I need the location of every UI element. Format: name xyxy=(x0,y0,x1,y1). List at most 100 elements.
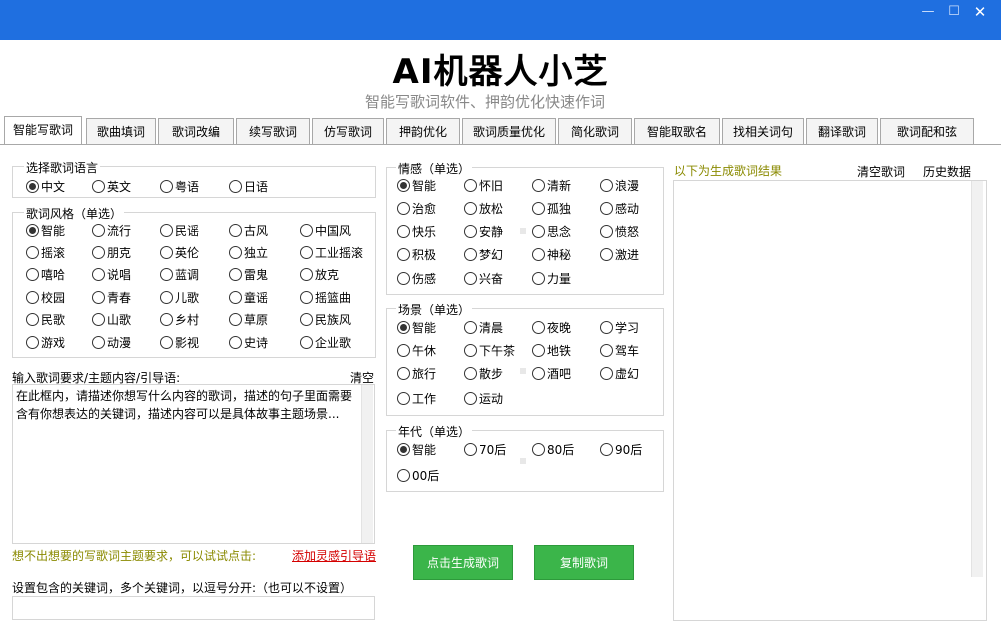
style-option[interactable]: 童谣 xyxy=(229,289,268,306)
radio-icon[interactable] xyxy=(300,291,313,304)
tab-4[interactable]: 仿写歌词 xyxy=(312,118,384,145)
tab-2[interactable]: 歌词改编 xyxy=(158,118,234,145)
radio-icon[interactable] xyxy=(92,246,105,259)
radio-icon[interactable] xyxy=(397,367,410,380)
radio-icon[interactable] xyxy=(600,248,613,261)
radio-icon[interactable] xyxy=(532,225,545,238)
radio-icon[interactable] xyxy=(397,392,410,405)
style-option[interactable]: 摇滚 xyxy=(26,244,65,261)
radio-icon[interactable] xyxy=(464,392,477,405)
scene-option[interactable]: 酒吧 xyxy=(532,365,571,382)
emotion-option[interactable]: 浪漫 xyxy=(600,177,639,194)
scene-option[interactable]: 虚幻 xyxy=(600,365,639,382)
radio-icon[interactable] xyxy=(600,443,613,456)
radio-icon[interactable] xyxy=(397,272,410,285)
scene-option[interactable]: 夜晚 xyxy=(532,319,571,336)
scene-option[interactable]: 午休 xyxy=(397,342,436,359)
style-option[interactable]: 嘻哈 xyxy=(26,266,65,283)
radio-icon[interactable] xyxy=(26,180,39,193)
radio-icon[interactable] xyxy=(92,336,105,349)
radio-icon[interactable] xyxy=(229,268,242,281)
result-textarea[interactable] xyxy=(673,180,987,621)
scene-option[interactable]: 地铁 xyxy=(532,342,571,359)
style-option[interactable]: 校园 xyxy=(26,289,65,306)
radio-icon[interactable] xyxy=(464,367,477,380)
radio-icon[interactable] xyxy=(92,180,105,193)
radio-icon[interactable] xyxy=(600,202,613,215)
style-option[interactable]: 山歌 xyxy=(92,311,131,328)
radio-icon[interactable] xyxy=(600,321,613,334)
generate-lyrics-button[interactable]: 点击生成歌词 xyxy=(413,545,513,580)
radio-icon[interactable] xyxy=(229,180,242,193)
radio-icon[interactable] xyxy=(92,313,105,326)
emotion-option[interactable]: 梦幻 xyxy=(464,246,503,263)
emotion-option[interactable]: 思念 xyxy=(532,223,571,240)
emotion-option[interactable]: 清新 xyxy=(532,177,571,194)
style-option[interactable]: 古风 xyxy=(229,222,268,239)
keywords-input[interactable] xyxy=(12,596,375,620)
emotion-option[interactable]: 力量 xyxy=(532,270,571,287)
radio-icon[interactable] xyxy=(600,367,613,380)
era-option[interactable]: 00后 xyxy=(397,467,439,484)
radio-icon[interactable] xyxy=(160,336,173,349)
style-option[interactable]: 企业歌 xyxy=(300,334,351,351)
style-option[interactable]: 蓝调 xyxy=(160,266,199,283)
emotion-option[interactable]: 兴奋 xyxy=(464,270,503,287)
tab-6[interactable]: 歌词质量优化 xyxy=(462,118,556,145)
style-option[interactable]: 史诗 xyxy=(229,334,268,351)
radio-icon[interactable] xyxy=(26,291,39,304)
radio-icon[interactable] xyxy=(464,179,477,192)
radio-icon[interactable] xyxy=(160,180,173,193)
result-scrollbar[interactable] xyxy=(971,181,983,577)
radio-icon[interactable] xyxy=(532,443,545,456)
radio-icon[interactable] xyxy=(464,443,477,456)
radio-icon[interactable] xyxy=(532,202,545,215)
radio-icon[interactable] xyxy=(160,313,173,326)
scene-option[interactable]: 旅行 xyxy=(397,365,436,382)
radio-icon[interactable] xyxy=(532,272,545,285)
radio-icon[interactable] xyxy=(464,225,477,238)
radio-icon[interactable] xyxy=(464,321,477,334)
radio-icon[interactable] xyxy=(229,336,242,349)
radio-icon[interactable] xyxy=(229,313,242,326)
style-option[interactable]: 独立 xyxy=(229,244,268,261)
emotion-option[interactable]: 快乐 xyxy=(397,223,436,240)
scene-option[interactable]: 散步 xyxy=(464,365,503,382)
style-option[interactable]: 中国风 xyxy=(300,222,351,239)
radio-icon[interactable] xyxy=(464,272,477,285)
scene-option[interactable]: 清晨 xyxy=(464,319,503,336)
tab-5[interactable]: 押韵优化 xyxy=(386,118,460,145)
style-option[interactable]: 民族风 xyxy=(300,311,351,328)
radio-icon[interactable] xyxy=(464,248,477,261)
style-option[interactable]: 摇篮曲 xyxy=(300,289,351,306)
emotion-option[interactable]: 治愈 xyxy=(397,200,436,217)
emotion-option[interactable]: 怀旧 xyxy=(464,177,503,194)
scene-option[interactable]: 运动 xyxy=(464,390,503,407)
tab-11[interactable]: 歌词配和弦 xyxy=(880,118,974,145)
request-scrollbar[interactable] xyxy=(361,385,373,543)
radio-icon[interactable] xyxy=(300,336,313,349)
emotion-option[interactable]: 感动 xyxy=(600,200,639,217)
style-option[interactable]: 游戏 xyxy=(26,334,65,351)
scene-option[interactable]: 驾车 xyxy=(600,342,639,359)
emotion-option[interactable]: 伤感 xyxy=(397,270,436,287)
copy-lyrics-button[interactable]: 复制歌词 xyxy=(534,545,634,580)
radio-icon[interactable] xyxy=(92,268,105,281)
emotion-option[interactable]: 放松 xyxy=(464,200,503,217)
radio-icon[interactable] xyxy=(397,202,410,215)
style-option[interactable]: 动漫 xyxy=(92,334,131,351)
radio-icon[interactable] xyxy=(397,179,410,192)
emotion-option[interactable]: 神秘 xyxy=(532,246,571,263)
emotion-option[interactable]: 孤独 xyxy=(532,200,571,217)
request-textarea[interactable]: 在此框内，请描述你想写什么内容的歌词，描述的句子里面需要含有你想表达的关键词，描… xyxy=(12,384,375,544)
maximize-icon[interactable]: ☐ xyxy=(943,4,965,20)
radio-icon[interactable] xyxy=(532,179,545,192)
radio-icon[interactable] xyxy=(229,291,242,304)
style-option[interactable]: 朋克 xyxy=(92,244,131,261)
style-option[interactable]: 青春 xyxy=(92,289,131,306)
radio-icon[interactable] xyxy=(300,224,313,237)
radio-icon[interactable] xyxy=(92,291,105,304)
language-option[interactable]: 粤语 xyxy=(160,178,199,195)
tab-10[interactable]: 翻译歌词 xyxy=(806,118,878,145)
style-option[interactable]: 放克 xyxy=(300,266,339,283)
